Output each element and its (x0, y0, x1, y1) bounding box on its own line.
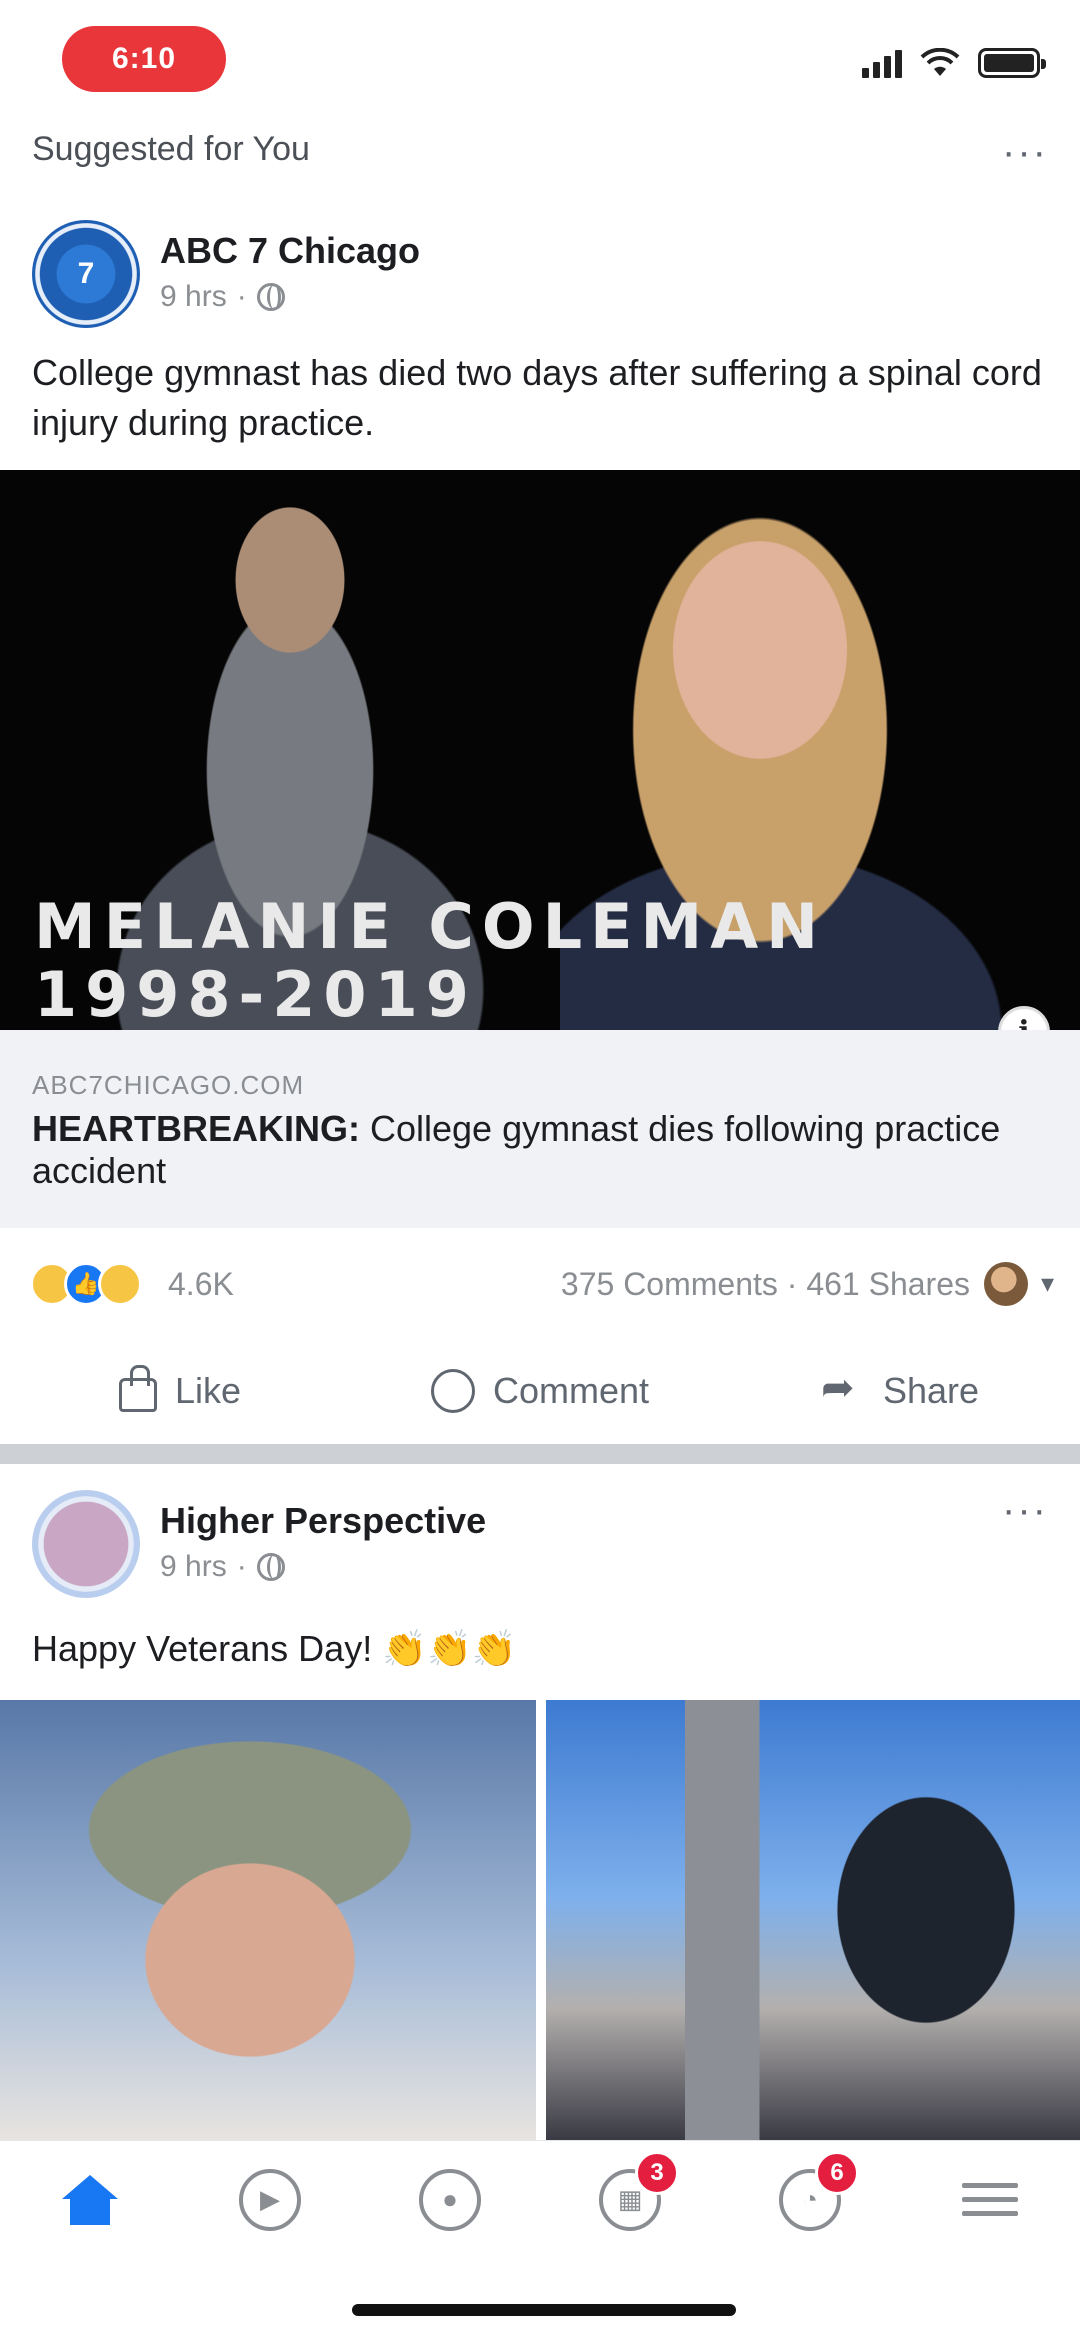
globe-icon (256, 283, 285, 311)
post2-header: Higher Perspective 9 hrs · ··· (0, 1478, 1080, 1608)
post-photo[interactable] (0, 1700, 536, 2140)
globe-icon (256, 1553, 285, 1581)
link-preview-image[interactable]: MELANIE COLEMAN 1998-2019 (0, 470, 1080, 1030)
comment-share-counts[interactable]: 375 Comments · 461 Shares (561, 1266, 970, 1303)
share-label: Share (882, 1370, 980, 1411)
watch-icon: ▶ (239, 2168, 301, 2231)
post-divider (0, 1444, 1080, 1464)
image-caption-name: MELANIE COLEMAN (34, 890, 827, 963)
image-caption-years: 1998-2019 (34, 958, 477, 1030)
comment-icon (430, 1369, 475, 1413)
page-name[interactable]: ABC 7 Chicago (160, 230, 420, 272)
comment-label: Comment (492, 1370, 650, 1411)
menu-icon (959, 2169, 1021, 2231)
share-button[interactable]: Share (720, 1338, 1080, 1444)
post-meta: 9 hrs · (160, 1550, 285, 1584)
tab-menu[interactable] (935, 2155, 1045, 2245)
post-action-bar: Like Comment Share (0, 1338, 1080, 1444)
post-text: College gymnast has died two days after … (32, 352, 1042, 443)
wow-reaction-icon (98, 1262, 142, 1306)
home-icon (59, 2169, 121, 2231)
comment-count[interactable]: 375 Comments (561, 1266, 778, 1302)
wifi-icon (920, 48, 960, 76)
page-avatar[interactable]: 7 (32, 220, 140, 328)
link-title-strong: HEARTBREAKING: (32, 1108, 360, 1149)
chevron-down-icon[interactable]: ▾ (1041, 1268, 1054, 1299)
share-icon (821, 1365, 865, 1413)
post-meta: 9 hrs · (160, 280, 285, 314)
tab-home[interactable] (35, 2155, 145, 2245)
status-icons (862, 44, 1046, 82)
section-title: Suggested for You (32, 130, 310, 168)
page-name[interactable]: Higher Perspective (160, 1500, 486, 1542)
abc-logo-icon: 7 (77, 257, 95, 290)
link-preview[interactable]: ABC7CHICAGO.COM HEARTBREAKING: College g… (0, 1030, 1080, 1228)
reaction-icons[interactable]: 👍 (30, 1262, 142, 1306)
post-text: Happy Veterans Day! 👏👏👏 (32, 1628, 517, 1669)
post1-header: 7 ABC 7 Chicago 9 hrs · (0, 208, 1080, 338)
viewer-avatar[interactable] (984, 1262, 1028, 1306)
thumbs-up-icon (118, 1365, 157, 1412)
like-button[interactable]: Like (0, 1338, 360, 1444)
suggested-header: Suggested for You ··· (0, 118, 1080, 180)
post-time: 9 hrs (160, 280, 227, 313)
notifications-badge: 6 (815, 2150, 859, 2195)
home-indicator[interactable] (352, 2304, 736, 2316)
marketplace-badge: 3 (635, 2150, 679, 2195)
like-label: Like (174, 1370, 242, 1411)
signal-icon (862, 48, 902, 78)
link-domain: ABC7CHICAGO.COM (32, 1070, 305, 1100)
post-time: 9 hrs (160, 1550, 227, 1583)
tab-groups[interactable]: ● (395, 2155, 505, 2245)
post-photo[interactable] (546, 1700, 1080, 2140)
tab-notifications[interactable]: ◔ 6 (755, 2150, 865, 2245)
share-count[interactable]: 461 Shares (806, 1266, 970, 1302)
tab-watch[interactable]: ▶ (215, 2155, 325, 2245)
post-more-button[interactable]: ··· (1002, 1490, 1048, 1530)
page-avatar[interactable] (32, 1490, 140, 1598)
groups-icon: ● (419, 2168, 481, 2231)
bottom-tab-bar: ▶ ● ▦ 3 ◔ 6 (0, 2140, 1080, 2258)
section-more-button[interactable]: ··· (1002, 132, 1048, 172)
tab-marketplace[interactable]: ▦ 3 (575, 2150, 685, 2245)
battery-icon (978, 48, 1046, 78)
status-time: 6:10 (62, 26, 226, 92)
reactions-row: 👍 4.6K 375 Comments · 461 Shares ▾ (0, 1228, 1080, 1338)
comment-button[interactable]: Comment (360, 1338, 720, 1444)
reaction-count[interactable]: 4.6K (168, 1266, 234, 1303)
link-title: HEARTBREAKING: College gymnast dies foll… (32, 1108, 1022, 1192)
status-bar: 6:10 (0, 0, 1080, 118)
